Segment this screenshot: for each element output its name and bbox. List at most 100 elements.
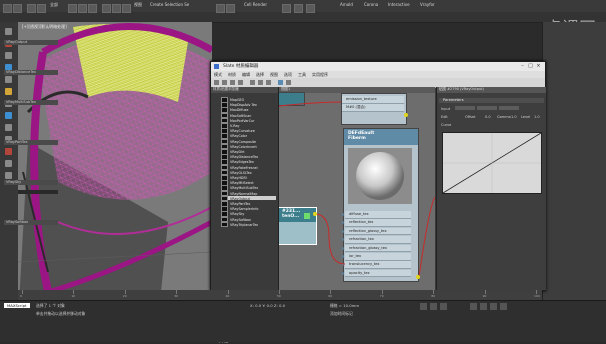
browser-item[interactable]: VRaySamplerInfo [221,206,276,212]
browser-item[interactable]: VRayColorInvert [221,143,276,150]
browser-item[interactable]: VRaySoftbox [221,216,276,223]
param-edit-field[interactable] [477,106,497,110]
browser-item[interactable]: VRayOutput [221,195,276,202]
command-panel-row[interactable]: VRayMultiSubTex [4,100,58,105]
play-forward-icon[interactable] [440,303,447,310]
window-titlebar[interactable] [211,62,545,71]
link-icon[interactable] [27,4,36,13]
render-icon[interactable] [306,4,315,13]
hierarchy-icon[interactable] [5,52,12,59]
browser-item[interactable]: VRayTriplanarTex [221,221,276,228]
maximize-icon[interactable]: □ [527,63,534,69]
utilities-icon[interactable] [5,88,12,95]
play-back-icon[interactable] [420,303,427,310]
select-icon[interactable] [68,4,77,13]
play-icon[interactable] [430,303,437,310]
browser-item[interactable]: VRaySky [221,211,276,217]
command-panel-row[interactable]: VRayPartTex [4,140,58,145]
minimize-icon[interactable]: – [519,63,526,69]
viewport-label[interactable]: [+][透视][默认明暗处理] [22,24,67,30]
scale-icon[interactable] [122,4,131,13]
pan-icon[interactable] [480,303,487,310]
browser-item[interactable]: VRayCurvature [221,128,276,134]
layer-icon[interactable] [5,112,12,119]
browser-item[interactable]: VRayGLSLTex [221,169,276,176]
menu-cell-render[interactable]: Cell Render [244,2,267,7]
redo-icon[interactable] [13,4,22,13]
unlink-icon[interactable] [37,4,46,13]
command-panel-row[interactable]: VRaySoftbox [4,220,58,225]
browser-item[interactable]: VRayComposite [221,138,276,145]
command-panel-row[interactable]: VRayDistanceTex [4,70,58,75]
browser-item[interactable]: VRayNormalMap [221,190,276,197]
select-tool-icon[interactable] [214,80,219,85]
menu-arnold[interactable]: Arnold [340,2,353,7]
browser-item[interactable]: MaxSoftScan [221,112,276,119]
named-selection-dropdown[interactable]: Create Selection Se [150,2,189,7]
render-setup-icon[interactable] [294,4,303,13]
browser-item[interactable]: VRayHDRI [221,175,276,181]
rect-select-icon[interactable] [88,4,97,13]
add-time-tag[interactable]: 添加时间标记 [330,311,353,317]
nav-icon[interactable] [286,80,291,85]
param-curve-field[interactable] [499,106,519,110]
maximize-viewport-icon[interactable] [500,303,507,310]
coordinate-readout[interactable]: X: 0.0 Y: 0.0 Z: 0.0 [250,303,285,308]
scene-explorer-icon[interactable] [5,124,12,131]
browser-item[interactable]: VRayColor [221,133,276,139]
browser-item[interactable]: VRayMtlSelect [221,180,276,186]
camera-icon[interactable] [5,160,12,167]
close-icon[interactable]: × [535,63,542,69]
param-value-level[interactable]: 1.0 [534,115,540,119]
param-value-offset[interactable]: 0.0 [485,115,491,119]
move-icon[interactable] [102,4,111,13]
param-value-gamma[interactable]: 1.0 [511,115,517,119]
pick-material-icon[interactable] [222,80,227,85]
browser-item[interactable]: MapGEO [221,97,276,103]
browser-item[interactable]: VRayDistanceTex [221,154,276,160]
light-icon[interactable] [5,148,12,155]
timeline-tick-label: 40 [225,294,230,298]
browser-item[interactable]: VRayMultiSubTex [221,185,276,191]
maxscript-listener[interactable]: MAXScript [4,303,30,308]
layout-children-icon[interactable] [266,80,271,85]
align-icon[interactable] [226,4,235,13]
browser-item[interactable]: VRayEdgesTex [221,159,276,165]
undo-icon[interactable] [3,4,12,13]
command-panel-row[interactable]: VRayOutput [4,40,58,45]
menu-interactive[interactable]: Interactive [388,2,410,7]
browser-item[interactable]: V-Ray [221,123,276,129]
mirror-icon[interactable] [216,4,225,13]
menu-corona[interactable]: Corona [364,2,378,7]
display-icon[interactable] [5,76,12,83]
delete-icon[interactable] [238,80,243,85]
browser-item[interactable]: MapDispAdv Tex [221,102,276,108]
color-curve-graph[interactable] [442,132,542,194]
zoom-icon[interactable] [470,303,477,310]
show-map-icon[interactable] [250,80,255,85]
reference-coord-dropdown[interactable]: 视图 [134,2,142,8]
node-view[interactable]: 视图1 emission_texture M#0 (混合) #231... te… [279,87,435,290]
select-by-name-icon[interactable] [78,4,87,13]
browser-item[interactable]: VRayFakeFresnel [221,164,276,171]
material-editor-icon[interactable] [282,4,291,13]
browser-item[interactable]: MaxPortVarCur [221,117,276,124]
timeline-track[interactable]: 0 10 20 30 40 50 60 70 80 90 100 [18,290,542,300]
orbit-icon[interactable] [490,303,497,310]
rotate-icon[interactable] [112,4,121,13]
helper-icon[interactable] [5,172,12,179]
browser-item[interactable]: MaxDiffuse [221,107,276,113]
browser-item[interactable]: VRayDirt [221,149,276,155]
selection-filter-dropdown[interactable]: 全部 [50,2,58,8]
rollout-parameters[interactable]: Parameters [439,98,544,103]
layout-icon[interactable] [258,80,263,85]
param-input-field[interactable] [455,106,475,110]
command-panel-row[interactable]: VRaySky [4,180,58,185]
create-icon[interactable] [5,28,12,35]
perspective-viewport[interactable] [18,22,212,300]
parameter-editor-icon[interactable] [278,80,283,85]
menu-vrayfor[interactable]: Vrayfor [420,2,435,7]
assign-material-icon[interactable] [230,80,235,85]
browser-item-label: VRayEdgesTex [230,160,254,165]
browser-item[interactable]: VRayPartTex [221,201,276,207]
